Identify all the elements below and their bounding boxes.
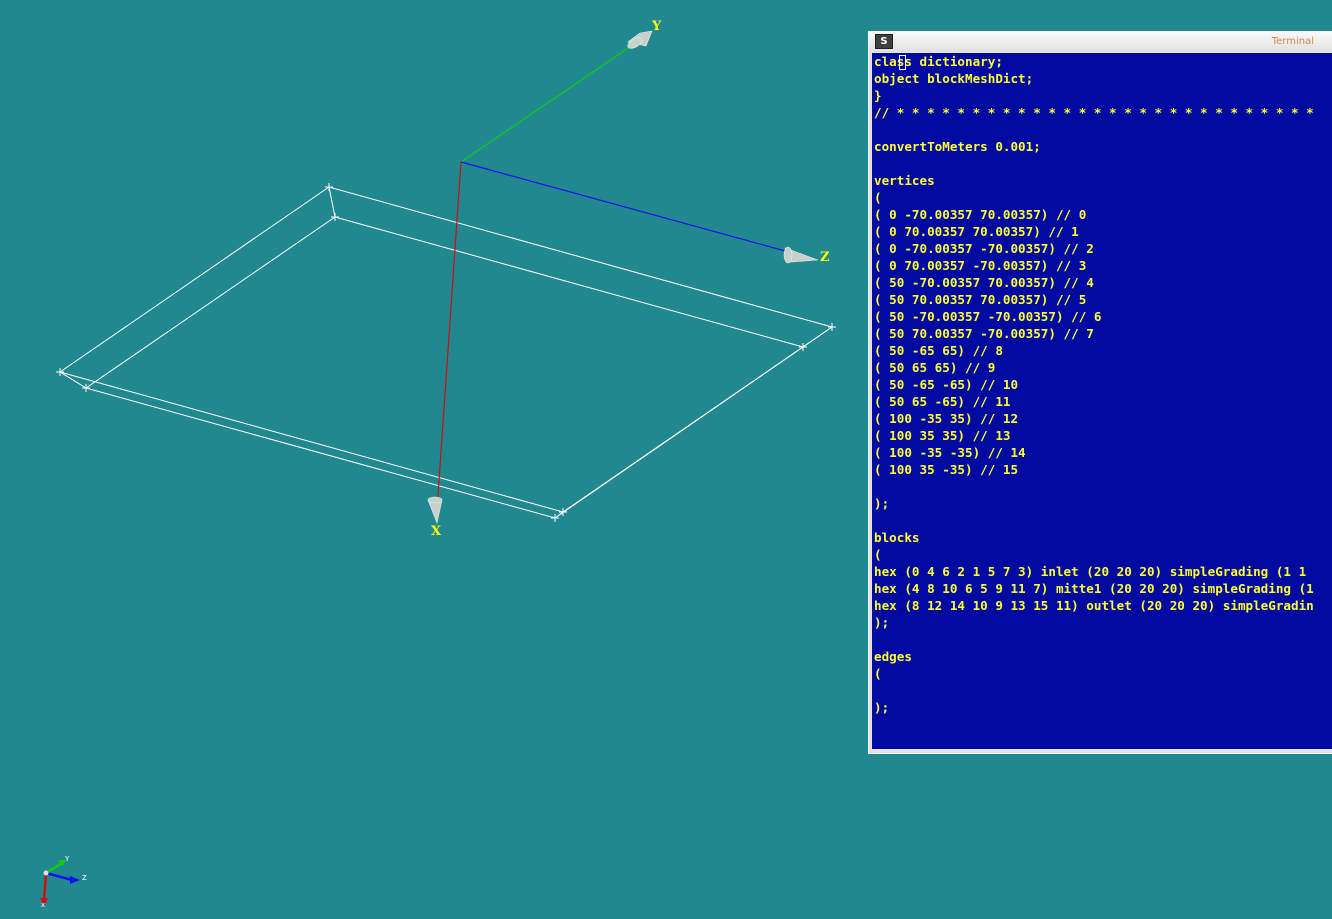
terminal-line: // * * * * * * * * * * * * * * * * * * *… bbox=[874, 105, 1314, 120]
terminal-line: hex (4 8 10 6 5 9 11 7) mitte1 (20 20 20… bbox=[874, 581, 1314, 596]
terminal-line: ( bbox=[874, 547, 882, 562]
triad-z-arrow-icon bbox=[70, 876, 80, 884]
terminal-line: ( 50 -65 -65) // 10 bbox=[874, 377, 1019, 392]
terminal-content[interactable]: class dictionary; object blockMeshDict;} /… bbox=[872, 53, 1332, 749]
x-axis-line bbox=[436, 161, 462, 511]
terminal-line: ( 50 65 65) // 9 bbox=[874, 360, 996, 375]
mesh-corner-edge bbox=[328, 186, 336, 218]
vertex-marker bbox=[828, 323, 836, 331]
y-axis-line bbox=[460, 39, 641, 163]
terminal-line: ); bbox=[874, 496, 890, 511]
terminal-line: ( 50 -65 65) // 8 bbox=[874, 343, 1003, 358]
triad-origin bbox=[43, 870, 49, 876]
triad-y-line bbox=[45, 861, 63, 875]
orientation-triad bbox=[40, 860, 80, 906]
vertex-marker bbox=[82, 384, 90, 392]
vertex-marker bbox=[56, 368, 64, 376]
terminal-line: ( 50 70.00357 -70.00357) // 7 bbox=[874, 326, 1094, 341]
terminal-line: object blockMeshDict; bbox=[874, 71, 1034, 86]
terminal-line: ( 100 35 35) // 13 bbox=[874, 428, 1011, 443]
triad-x-label: x bbox=[41, 901, 46, 909]
mesh-inner-edge bbox=[85, 216, 805, 519]
terminal-line: ); bbox=[874, 615, 890, 630]
terminal-line: ( 100 -35 -35) // 14 bbox=[874, 445, 1026, 460]
terminal-text: class dictionary; object blockMeshDict;} /… bbox=[872, 53, 1332, 716]
x-axis-label: X bbox=[431, 524, 442, 539]
terminal-line: ( 50 -70.00357 -70.00357) // 6 bbox=[874, 309, 1102, 324]
terminal-line: } bbox=[874, 88, 882, 103]
x-axis-cone-base bbox=[427, 496, 443, 504]
vertex-marker bbox=[551, 514, 559, 522]
vertex-marker bbox=[331, 213, 339, 221]
triad-z-label: Z bbox=[82, 874, 87, 882]
terminal-window[interactable]: S Terminal class dictionary; object block… bbox=[868, 31, 1332, 754]
mesh-outer-edge bbox=[59, 186, 834, 513]
terminal-line: ( bbox=[874, 190, 882, 205]
triad-x-line bbox=[42, 872, 48, 901]
terminal-line: ( 0 70.00357 70.00357) // 1 bbox=[874, 224, 1079, 239]
terminal-line: ( 100 -35 35) // 12 bbox=[874, 411, 1019, 426]
terminal-line: ( 0 -70.00357 70.00357) // 0 bbox=[874, 207, 1087, 222]
terminal-menu-icon[interactable]: S bbox=[875, 34, 893, 49]
terminal-line: ); bbox=[874, 700, 890, 715]
terminal-line: ( 50 70.00357 70.00357) // 5 bbox=[874, 292, 1087, 307]
z-axis-label: Z bbox=[820, 250, 830, 265]
axis-cones bbox=[427, 30, 819, 525]
terminal-line: ( 0 -70.00357 -70.00357) // 2 bbox=[874, 241, 1094, 256]
triad-z-line bbox=[45, 871, 73, 882]
terminal-line: blocks bbox=[874, 530, 920, 545]
vertex-marker bbox=[325, 183, 333, 191]
triad-y-label: Y bbox=[65, 855, 70, 863]
mesh-corner-edge bbox=[554, 511, 564, 519]
terminal-line: ( bbox=[874, 666, 882, 681]
terminal-line: ( 0 70.00357 -70.00357) // 3 bbox=[874, 258, 1087, 273]
vertex-markers bbox=[56, 183, 836, 522]
terminal-titlebar[interactable]: S Terminal bbox=[869, 32, 1332, 52]
z-axis-cone-base bbox=[783, 246, 793, 264]
terminal-line: vertices bbox=[874, 173, 935, 188]
terminal-line: class dictionary; bbox=[874, 54, 1003, 69]
terminal-line: ( 50 -70.00357 70.00357) // 4 bbox=[874, 275, 1094, 290]
terminal-line: convertToMeters 0.001; bbox=[874, 139, 1041, 154]
mesh-wireframe bbox=[59, 186, 834, 519]
vertex-marker bbox=[799, 343, 807, 351]
terminal-title: Terminal bbox=[1271, 36, 1314, 47]
mesh-corner-edge bbox=[802, 326, 833, 348]
terminal-line: ( 100 35 -35) // 15 bbox=[874, 462, 1019, 477]
terminal-line: ( 50 65 -65) // 11 bbox=[874, 394, 1011, 409]
terminal-line: edges bbox=[874, 649, 912, 664]
text-cursor bbox=[899, 55, 906, 70]
z-axis-line bbox=[460, 161, 801, 256]
y-axis-label: Y bbox=[652, 19, 662, 34]
x-axis-cone-icon bbox=[427, 499, 443, 525]
terminal-line: hex (0 4 6 2 1 5 7 3) inlet (20 20 20) s… bbox=[874, 564, 1307, 579]
mesh-corner-edge bbox=[59, 371, 87, 389]
terminal-line: hex (8 12 14 10 9 13 15 11) outlet (20 2… bbox=[874, 598, 1314, 613]
